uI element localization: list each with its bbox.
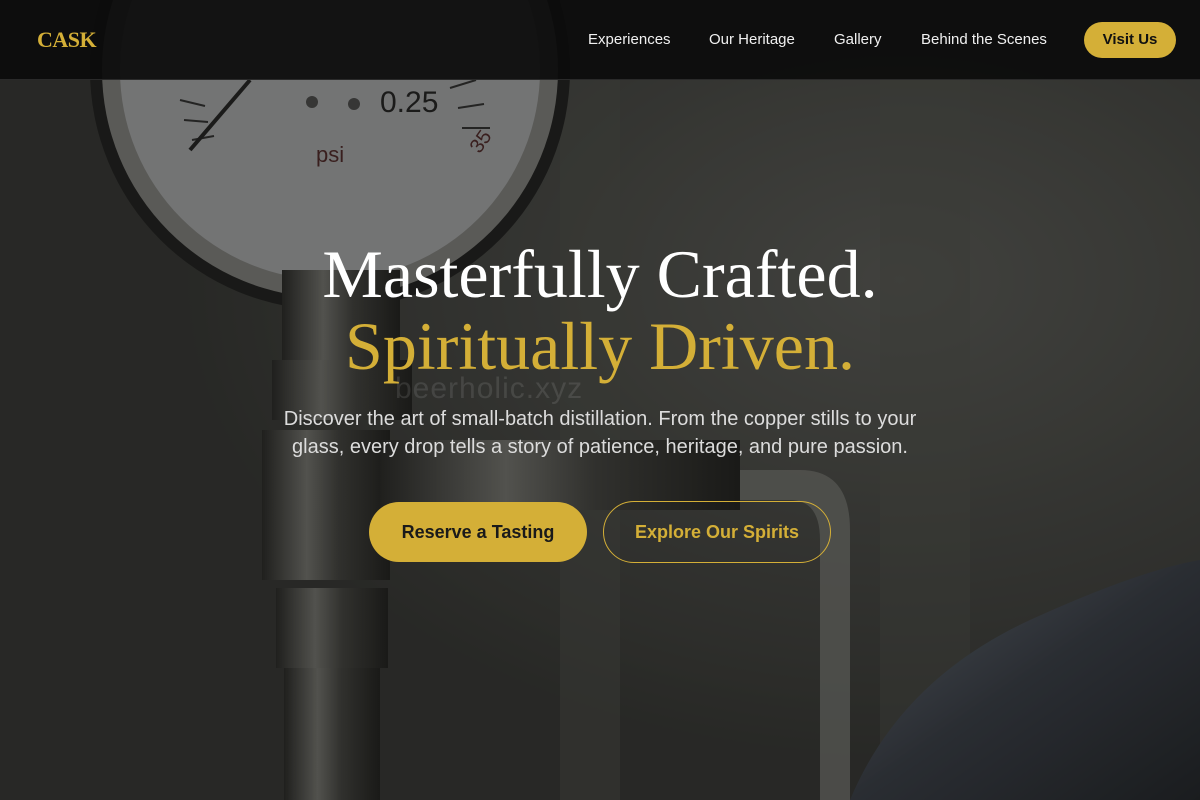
- brand-logo[interactable]: CASK: [37, 27, 97, 53]
- nav-experiences[interactable]: Experiences: [588, 31, 671, 48]
- visit-us-button[interactable]: Visit Us: [1084, 22, 1176, 58]
- nav-gallery[interactable]: Gallery: [834, 31, 882, 48]
- hero-heading-line-1: Masterfully Crafted.: [322, 236, 878, 312]
- nav-behind-the-scenes[interactable]: Behind the Scenes: [921, 31, 1047, 48]
- hero-heading-line-2: Spiritually Driven.: [345, 308, 855, 384]
- hero-subtitle-line-1: Discover the art of small-batch distilla…: [283, 408, 917, 430]
- explore-spirits-button[interactable]: Explore Our Spirits: [603, 501, 831, 563]
- hero-subtitle-line-2: glass, every drop tells a story of patie…: [292, 436, 908, 458]
- nav-our-heritage[interactable]: Our Heritage: [709, 31, 795, 48]
- hero-background: 0.25 psi 35: [0, 0, 1200, 800]
- site-header: CASK Experiences Our Heritage Gallery Be…: [0, 0, 1200, 80]
- background-overlay: [0, 0, 1200, 800]
- reserve-tasting-button[interactable]: Reserve a Tasting: [369, 502, 587, 562]
